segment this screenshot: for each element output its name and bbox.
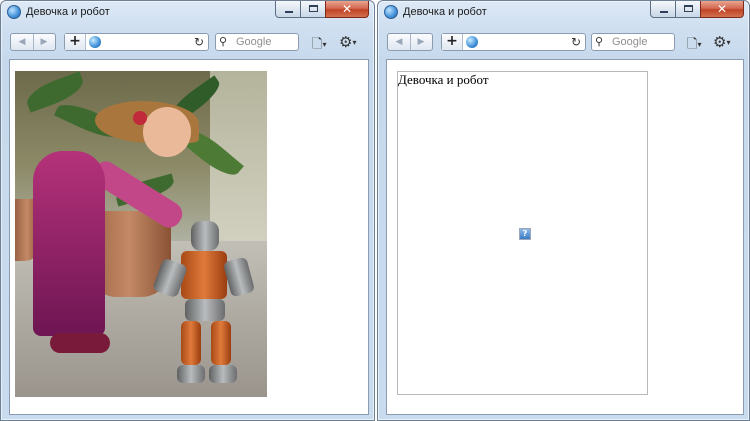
search-icon[interactable]: ⚲ — [595, 34, 603, 50]
chevron-down-icon: ▾ — [697, 40, 702, 49]
page-icon: 🗋 — [312, 37, 323, 52]
minimize-button[interactable] — [275, 1, 301, 18]
close-button[interactable]: ✕ — [325, 1, 369, 18]
image-alt-text: Девочка и робот — [398, 72, 489, 87]
title-bar[interactable]: Девочка и робот ✕ — [1, 1, 374, 25]
browser-window-left: Девочка и робот ✕ ◀ ▶ + ↻ ⚲ 🗋▾ ⚙▾ — [0, 0, 375, 421]
gear-icon: ⚙ — [713, 33, 727, 51]
toolbar: ◀ ▶ + ↻ ⚲ 🗋▾ ⚙▾ — [1, 29, 374, 55]
close-icon: ✕ — [341, 2, 353, 16]
tools-menu-button[interactable]: ⚙▾ — [339, 33, 356, 51]
page-icon: 🗋 — [687, 37, 698, 52]
search-box: ⚲ — [215, 33, 299, 51]
search-input[interactable] — [612, 35, 672, 49]
close-icon: ✕ — [716, 2, 728, 16]
chevron-down-icon: ▾ — [352, 38, 357, 47]
chevron-down-icon: ▾ — [726, 38, 731, 47]
maximize-icon — [684, 5, 693, 12]
maximize-button[interactable] — [300, 1, 326, 18]
browser-icon — [384, 5, 398, 19]
browser-icon — [7, 5, 21, 19]
minimize-button[interactable] — [650, 1, 676, 18]
globe-icon — [89, 36, 101, 48]
browser-window-right: Девочка и робот ✕ ◀ ▶ + ↻ ⚲ 🗋▾ ⚙▾ Девочк… — [377, 0, 750, 421]
tools-menu-button[interactable]: ⚙▾ — [713, 33, 730, 51]
page-viewport[interactable]: Девочка и робот ? — [386, 59, 744, 415]
chevron-down-icon: ▾ — [322, 40, 327, 49]
minimize-icon — [660, 11, 668, 13]
window-title: Девочка и робот — [403, 6, 487, 18]
globe-icon — [466, 36, 478, 48]
gear-icon: ⚙ — [339, 33, 353, 51]
minimize-icon — [285, 11, 293, 13]
search-box: ⚲ — [591, 33, 675, 51]
search-input[interactable] — [236, 35, 296, 49]
back-button[interactable]: ◀ — [11, 34, 34, 50]
address-input[interactable] — [105, 35, 185, 49]
page-viewport[interactable] — [9, 59, 369, 415]
back-button[interactable]: ◀ — [388, 34, 411, 50]
broken-image-icon: ? — [519, 228, 531, 240]
address-input[interactable] — [482, 35, 562, 49]
forward-button[interactable]: ▶ — [410, 34, 432, 50]
window-title: Девочка и робот — [26, 6, 110, 18]
page-menu-button[interactable]: 🗋▾ — [312, 35, 326, 57]
nav-buttons: ◀ ▶ — [387, 33, 433, 51]
maximize-icon — [309, 5, 318, 12]
nav-buttons: ◀ ▶ — [10, 33, 56, 51]
address-bar: + ↻ — [441, 33, 586, 51]
broken-image-frame: Девочка и робот ? — [397, 71, 648, 395]
maximize-button[interactable] — [675, 1, 701, 18]
new-tab-button[interactable]: + — [442, 34, 463, 50]
search-icon[interactable]: ⚲ — [219, 34, 227, 50]
new-tab-button[interactable]: + — [65, 34, 86, 50]
refresh-icon[interactable]: ↻ — [571, 34, 581, 50]
page-menu-button[interactable]: 🗋▾ — [687, 35, 701, 57]
address-bar: + ↻ — [64, 33, 209, 51]
toolbar: ◀ ▶ + ↻ ⚲ 🗋▾ ⚙▾ — [378, 29, 749, 55]
girl-and-robot-photo — [15, 71, 267, 397]
window-controls: ✕ — [650, 1, 744, 20]
forward-button[interactable]: ▶ — [33, 34, 55, 50]
window-controls: ✕ — [275, 1, 369, 20]
close-button[interactable]: ✕ — [700, 1, 744, 18]
title-bar[interactable]: Девочка и робот ✕ — [378, 1, 749, 25]
refresh-icon[interactable]: ↻ — [194, 34, 204, 50]
